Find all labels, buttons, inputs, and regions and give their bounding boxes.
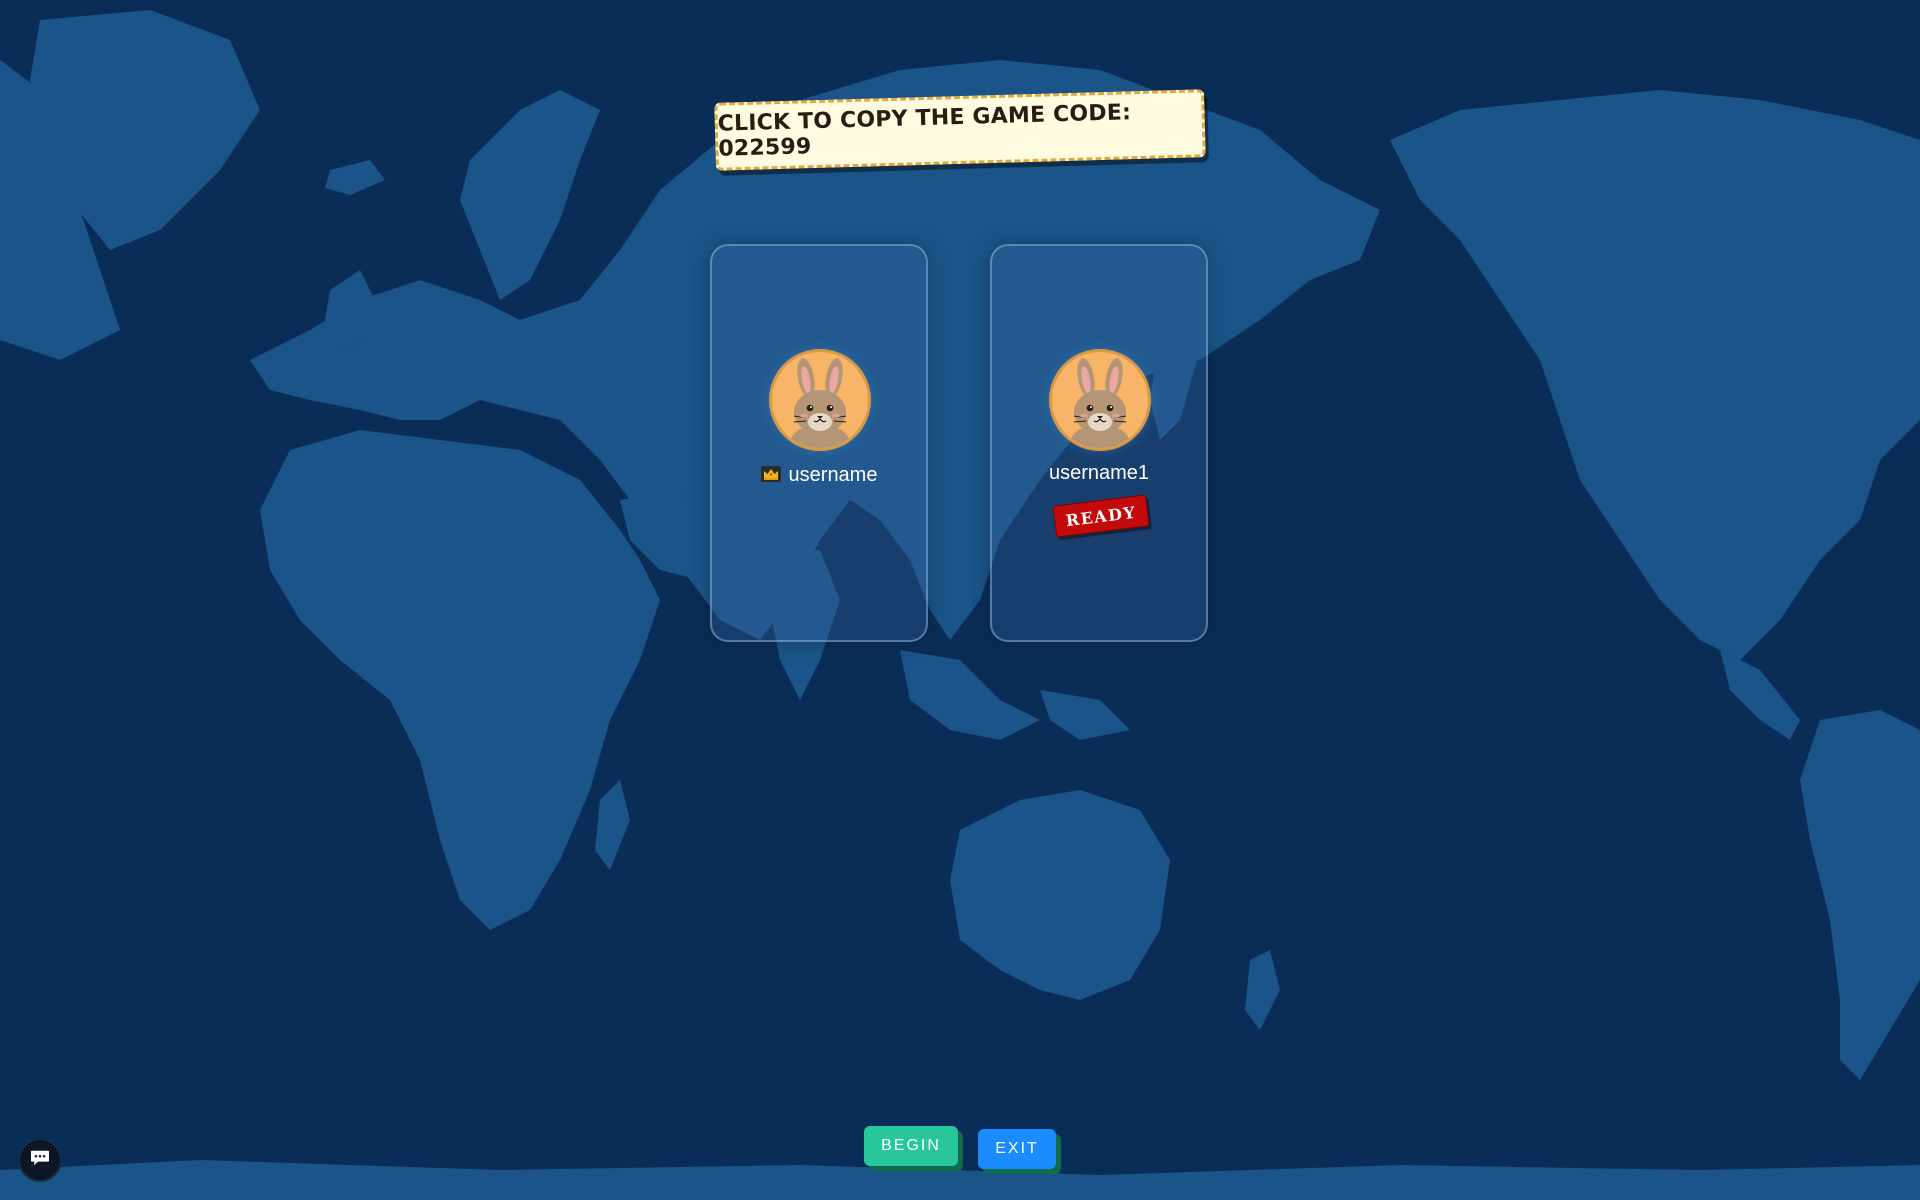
game-code-text: Click to copy the Game Code: 022599	[717, 100, 1132, 162]
player-name: username1	[1048, 462, 1150, 484]
chat-button[interactable]	[20, 1140, 60, 1180]
bunny-icon	[1052, 352, 1148, 448]
player-name-row: username	[712, 464, 926, 487]
player-card-guest: username1 READY	[990, 244, 1208, 642]
player-card-host: username	[710, 244, 928, 642]
player-name: username	[788, 464, 878, 486]
world-map-background	[0, 0, 1920, 1200]
ready-status-badge: READY	[1052, 494, 1150, 538]
exit-button[interactable]: EXIT	[978, 1129, 1056, 1169]
crown-icon	[760, 465, 781, 482]
chat-bubble-icon	[30, 1149, 50, 1171]
begin-button[interactable]: BEGIN	[864, 1126, 958, 1166]
bunny-icon	[772, 352, 868, 448]
player-name-row: username1	[992, 462, 1206, 485]
copy-game-code-banner[interactable]: Click to copy the Game Code: 022599	[714, 89, 1206, 171]
